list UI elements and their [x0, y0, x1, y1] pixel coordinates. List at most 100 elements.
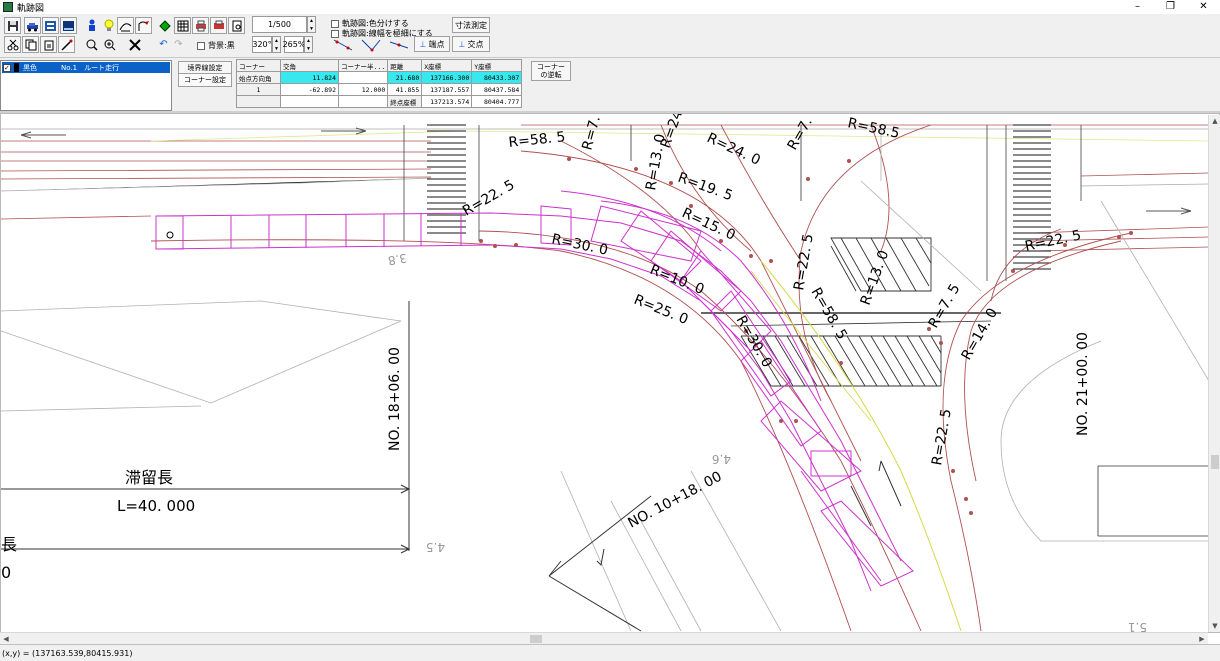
col-x: X座標 — [421, 59, 473, 72]
elevation-label: 4.5 — [426, 540, 445, 554]
person-icon[interactable] — [83, 17, 100, 34]
scissors-icon[interactable] — [4, 36, 21, 53]
zoom-field[interactable]: 265% — [283, 36, 305, 53]
angle-field[interactable]: 320° — [252, 36, 272, 53]
copy-icon[interactable] — [22, 36, 39, 53]
table-cell — [337, 95, 389, 108]
table-cell[interactable]: -62.892 — [280, 83, 339, 96]
table-row[interactable]: 1 -62.892 12.000 41.855 137187.557 80437… — [236, 83, 523, 96]
table-cell[interactable] — [337, 71, 389, 84]
table-cell: 1 — [236, 83, 281, 96]
table-cell[interactable]: 11.824 — [280, 71, 339, 84]
car-icon[interactable] — [24, 17, 41, 34]
radius-label: R=30. 0 — [550, 231, 609, 259]
redo-icon[interactable]: ↷ — [170, 36, 187, 53]
vehicle-library-icon[interactable] — [60, 17, 77, 34]
horizontal-scrollbar[interactable]: ◀ ▶ — [0, 632, 1208, 644]
table-cell: 80404.777 — [471, 95, 523, 108]
app-icon — [3, 2, 13, 12]
dimension-line-top — [1, 484, 411, 494]
lightbulb-icon[interactable] — [100, 17, 117, 34]
station-labels: NO. 18+06. 00 NO. 21+00. 00 NO. 10+18. 0… — [387, 332, 1091, 531]
save-icon[interactable] — [4, 17, 21, 34]
trace-tool-3-icon[interactable] — [386, 36, 412, 53]
print-settings-icon[interactable] — [210, 17, 227, 34]
table-cell[interactable]: 41.855 — [387, 83, 423, 96]
table-row[interactable]: 始点方向角 11.824 21.680 137166.300 80433.307 — [236, 71, 523, 84]
corner-table-header: コーナー 交角 コーナー半... 距離 X座標 Y座標 — [236, 59, 523, 72]
table-cell[interactable]: 80433.307 — [471, 71, 523, 84]
angle-spinner[interactable]: ▲ ▼ — [272, 36, 281, 53]
table-row[interactable]: 終点座標 137213.574 80404.777 — [236, 95, 523, 108]
radius-label: R=14. 0 — [959, 306, 1001, 363]
print-preview-icon[interactable] — [228, 17, 245, 34]
radius-label: R=22. 5 — [929, 408, 955, 467]
table-cell[interactable]: 137166.300 — [421, 71, 473, 84]
corner-reverse-button[interactable]: コーナー の逆転 — [531, 61, 571, 81]
layer-color-swatch — [14, 63, 19, 72]
partial-length-label: 長 — [1, 535, 17, 554]
route-panel: ✓ 黒色 No.1 ルート走行 境界線設定 コーナー設定 コーナー の逆転 — [0, 58, 1220, 113]
background-black-checkbox[interactable] — [197, 41, 205, 50]
print-icon[interactable] — [192, 17, 209, 34]
radius-label: R=58.5 — [846, 115, 901, 142]
dimension-button[interactable]: 寸法測定 — [452, 17, 490, 33]
scale-spinner[interactable]: ▲ ▼ — [307, 16, 316, 33]
scroll-up-icon[interactable]: ▲ — [1209, 115, 1220, 127]
layer-checkbox[interactable]: ✓ — [3, 63, 11, 72]
cursor-coordinates: (x,y) = (137163.539,80415.931) — [2, 648, 133, 658]
end-point-icon: ⊥ — [419, 39, 427, 49]
table-cell[interactable]: 80437.584 — [471, 83, 523, 96]
layer-color-label: 黒色 — [23, 63, 37, 72]
radius-label: R=24. 0 — [704, 130, 763, 169]
background-black-label: 背景:黒 — [208, 41, 235, 50]
diamond-icon[interactable] — [156, 17, 173, 34]
layer-list[interactable]: ✓ 黒色 No.1 ルート走行 — [0, 60, 172, 111]
crosswalk-left — [427, 124, 466, 234]
radius-label: R=58. 5 — [508, 129, 566, 151]
color-split-checkbox[interactable] — [331, 19, 339, 28]
table-cell[interactable]: 21.680 — [387, 71, 423, 84]
close-button[interactable]: ✕ — [1187, 0, 1220, 14]
draw-curve-icon[interactable] — [117, 17, 134, 34]
partial-length-value: 0 — [1, 563, 11, 582]
horizontal-scroll-thumb[interactable] — [530, 635, 542, 643]
col-corner: コーナー — [236, 59, 281, 72]
corner-settings-button[interactable]: コーナー設定 — [178, 73, 232, 87]
background-black-option[interactable]: 背景:黒 — [197, 40, 235, 51]
zoom-in-icon[interactable] — [101, 36, 118, 53]
end-point-button[interactable]: ⊥ 端点 — [414, 36, 450, 52]
layer-item[interactable]: ✓ 黒色 No.1 ルート走行 — [2, 62, 170, 73]
table-cell — [280, 95, 339, 108]
col-corner-radius: コーナー半... — [337, 59, 389, 72]
grid-icon[interactable] — [174, 17, 191, 34]
zoom-out-icon[interactable] — [83, 36, 100, 53]
radius-label: R=10. 0 — [648, 262, 707, 298]
zoom-spinner[interactable]: ▲ ▼ — [304, 36, 313, 53]
minimize-button[interactable]: – — [1121, 0, 1154, 14]
window-title: 軌跡図 — [17, 2, 45, 13]
layer-name: No.1 ルート走行 — [61, 63, 120, 72]
trace-tool-1-icon[interactable] — [330, 36, 356, 53]
start-point-marker — [166, 231, 174, 239]
table-cell[interactable]: 12.000 — [337, 83, 389, 96]
paste-icon[interactable] — [40, 36, 57, 53]
maximize-button[interactable]: ❐ — [1154, 0, 1187, 14]
table-cell — [236, 95, 281, 108]
edit-curve-icon[interactable] — [135, 17, 152, 34]
radius-label: R=22. 5 — [791, 233, 817, 292]
vertical-scrollbar[interactable]: ▲ ▼ — [1208, 115, 1220, 632]
delete-x-icon[interactable] — [126, 36, 143, 53]
table-cell[interactable]: 137187.557 — [421, 83, 473, 96]
scroll-down-icon[interactable]: ▼ — [1209, 620, 1220, 632]
magic-icon[interactable] — [58, 36, 75, 53]
trace-tool-2-icon[interactable] — [358, 36, 384, 53]
gray-outlines — [1, 125, 1210, 632]
intersection-button[interactable]: ⊥ 交点 — [452, 36, 490, 52]
vehicle-list-icon[interactable] — [42, 17, 59, 34]
trajectory-drawing[interactable]: R=58. 5 R=7. 5 R=13. 0 R=24. 0 R=24. 0 R… — [1, 114, 1210, 633]
vertical-scroll-thumb[interactable] — [1211, 455, 1219, 469]
scale-field[interactable]: 1/500 — [252, 16, 307, 33]
station-label: NO. 21+00. 00 — [1075, 332, 1091, 436]
drawing-canvas[interactable]: R=58. 5 R=7. 5 R=13. 0 R=24. 0 R=24. 0 R… — [0, 113, 1220, 633]
